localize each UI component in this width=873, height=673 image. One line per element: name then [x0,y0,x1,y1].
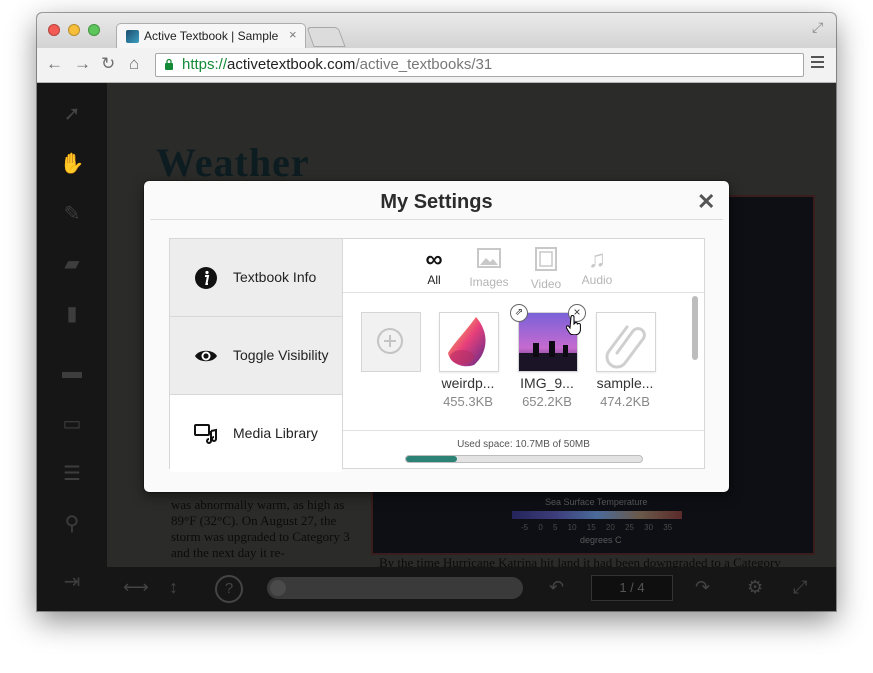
temperature-scale-ticks: -5 0 5 10 15 20 25 30 35 [521,523,673,532]
browser-menu-icon[interactable] [811,56,824,69]
settings-dialog: My Settings ✕ Textbook Info Toggle Visib… [144,181,729,492]
menu-item-textbook-info[interactable]: Textbook Info [170,239,342,317]
add-comment-icon[interactable]: ▬ [59,361,85,383]
minimize-window-button[interactable] [68,24,80,36]
paperclip-icon [605,325,646,369]
site-favicon-icon [126,30,139,43]
media-thumbnail[interactable] [596,312,656,372]
media-size: 455.3KB [443,394,493,409]
plus-circle-icon [377,328,403,354]
media-library-icon [194,424,217,444]
temperature-unit-label: degrees C [580,535,622,545]
film-icon [521,247,571,277]
dialog-divider [150,219,723,220]
media-filter-bar: ∞ All Images Video ♫ Audio [343,239,704,293]
help-icon[interactable]: ? [215,575,243,603]
lock-icon [165,58,173,70]
reload-icon[interactable]: ↻ [101,54,115,74]
media-scrollbar[interactable] [692,296,698,360]
media-size: 652.2KB [522,394,572,409]
menu-item-label: Toggle Visibility [233,347,329,363]
add-media-button[interactable] [361,312,421,372]
media-name: weirdp... [441,375,495,391]
page-heading: Weather [156,140,310,185]
media-thumbnail[interactable] [439,312,499,372]
forward-arrow-icon[interactable]: → [74,54,91,74]
filter-label: Audio [581,273,613,287]
fit-width-icon[interactable]: ⟷ [123,577,149,598]
media-grid: weirdp... 455.3KB ⇗ × IMG_9... 652.2KB s… [343,293,704,429]
bookmark-icon[interactable]: ▮ [59,301,85,325]
home-icon[interactable]: ⌂ [129,54,139,74]
spiral-thumbnail-image [448,317,486,367]
browser-tab[interactable]: Active Textbook | Sample × [116,23,306,49]
title-bar: Active Textbook | Sample × ⤢ [37,13,836,49]
page-slider-thumb[interactable] [270,580,286,596]
media-size: 474.2KB [600,394,650,409]
hand-cursor-icon [566,315,581,335]
filter-audio[interactable]: ♫ Audio [572,246,622,288]
storage-progress-bar [405,455,643,463]
fit-height-icon[interactable]: ↕ [169,577,178,598]
settings-menu: Textbook Info Toggle Visibility Media Li… [170,239,343,472]
dialog-close-icon[interactable]: ✕ [697,189,715,215]
hand-icon[interactable]: ✋ [59,151,85,175]
temperature-color-scale [512,511,682,519]
url-text: https://activetextbook.com/active_textbo… [182,56,492,73]
media-name: sample... [596,375,654,391]
new-tab-button[interactable] [306,27,346,47]
pencil-icon[interactable]: ✎ [59,201,85,225]
url-host: activetextbook.com [227,56,356,73]
storage-progress-fill [406,456,457,462]
settings-panel: Textbook Info Toggle Visibility Media Li… [169,238,705,472]
filter-label: Video [530,277,562,291]
back-arrow-icon[interactable]: ← [46,54,63,74]
url-path: /active_textbooks/31 [355,56,493,73]
page-body-text: was abnormally warm, as high as 89°F (32… [171,497,350,560]
zoom-window-button[interactable] [88,24,100,36]
page-indicator[interactable]: 1 / 4 [591,575,673,601]
eye-icon [195,350,217,362]
tab-close-icon[interactable]: × [289,27,297,42]
url-scheme: https:// [182,56,228,73]
list-icon[interactable]: ☰ [59,461,85,485]
expand-icon[interactable]: ⤢ [793,577,807,598]
info-icon [195,267,217,289]
menu-item-label: Textbook Info [233,269,317,285]
image-icon [464,247,514,275]
filter-images[interactable]: Images [464,247,514,289]
eraser-icon[interactable]: ▰ [59,251,85,275]
menu-item-label: Media Library [233,425,318,441]
gear-icon[interactable]: ⚙ [747,577,763,598]
music-note-icon: ♫ [588,246,606,273]
used-space-label: Used space: 10.7MB of 50MB [457,439,590,450]
fullscreen-icon[interactable]: ⤢ [812,19,823,36]
filter-label: Images [469,275,509,289]
address-bar[interactable]: https://activetextbook.com/active_textbo… [155,53,804,77]
filter-all[interactable]: ∞ All [409,246,459,288]
viewer-bottom-bar: ⟷ ↕ ? ↶ 1 / 4 ↷ ⚙ ⤢ [107,567,836,611]
exit-icon[interactable]: ⇥ [59,569,85,593]
filter-label: All [427,273,441,287]
infinity-icon: ∞ [425,246,443,273]
next-page-icon[interactable]: ↷ [695,577,710,598]
media-name: IMG_9... [520,375,574,391]
previous-page-icon[interactable]: ↶ [549,577,564,598]
figure-legend-title: Sea Surface Temperature [545,497,648,507]
tool-sidebar: ➚ ✋ ✎ ▰ ▮ ▬ ▭ ☰ ⚲ ⇥ [37,83,107,611]
dialog-title: My Settings [380,191,493,213]
browser-toolbar: ← → ↻ ⌂ https://activetextbook.com/activ… [37,48,836,83]
filter-video[interactable]: Video [521,247,571,291]
media-icon[interactable]: ▭ [59,411,85,435]
edit-media-icon[interactable]: ⇗ [510,304,528,322]
tab-title: Active Textbook | Sample [144,29,279,43]
menu-item-toggle-visibility[interactable]: Toggle Visibility [170,317,342,395]
select-cursor-icon[interactable]: ➚ [59,101,85,125]
search-icon[interactable]: ⚲ [59,511,85,535]
menu-item-media-library[interactable]: Media Library [170,395,342,472]
close-window-button[interactable] [48,24,60,36]
storage-usage: Used space: 10.7MB of 50MB [343,430,704,469]
page-slider[interactable] [267,577,523,599]
